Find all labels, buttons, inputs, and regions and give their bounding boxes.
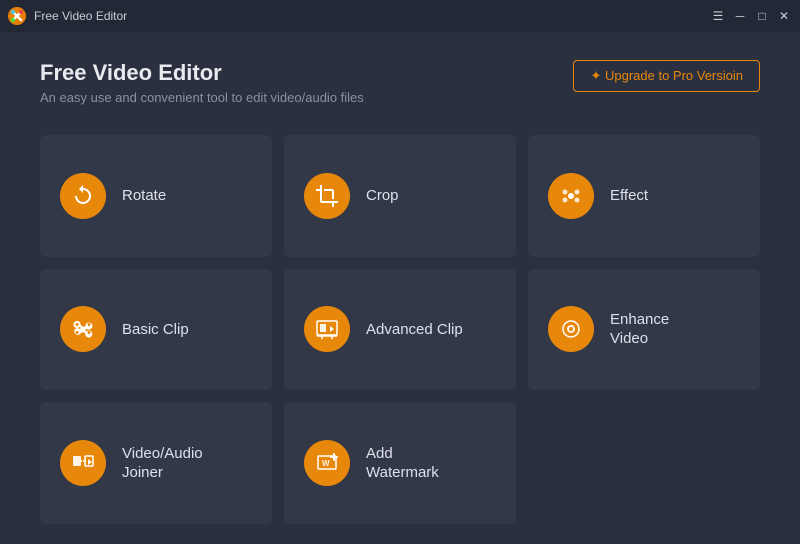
tool-add-watermark[interactable]: W Add Watermark: [284, 402, 516, 524]
title-bar-left: Free Video Editor: [8, 7, 127, 25]
crop-label: Crop: [366, 186, 399, 206]
add-watermark-icon-circle: W: [304, 440, 350, 486]
basic-clip-icon-circle: [60, 306, 106, 352]
crop-icon-circle: [304, 173, 350, 219]
video-audio-joiner-icon-circle: [60, 440, 106, 486]
close-btn[interactable]: ✕: [776, 8, 792, 24]
maximize-btn[interactable]: □: [754, 8, 770, 24]
app-heading: Free Video Editor: [40, 60, 364, 86]
video-audio-joiner-label: Video/Audio Joiner: [122, 444, 203, 483]
upgrade-button[interactable]: ✦ Upgrade to Pro Versioin: [573, 60, 760, 92]
rotate-label: Rotate: [122, 186, 166, 206]
effect-icon-circle: [548, 173, 594, 219]
advanced-clip-icon-circle: [304, 306, 350, 352]
tool-crop[interactable]: Crop: [284, 135, 516, 257]
tool-rotate[interactable]: Rotate: [40, 135, 272, 257]
window-controls: ☰ ─ □ ✕: [710, 8, 792, 24]
header-text: Free Video Editor An easy use and conven…: [40, 60, 364, 105]
grid-empty-cell: [528, 402, 760, 524]
app-subtitle: An easy use and convenient tool to edit …: [40, 90, 364, 105]
tool-enhance-video[interactable]: Enhance Video: [528, 269, 760, 391]
minimize-btn[interactable]: ─: [732, 8, 748, 24]
rotate-icon-circle: [60, 173, 106, 219]
header: Free Video Editor An easy use and conven…: [40, 60, 760, 105]
add-watermark-label: Add Watermark: [366, 444, 439, 483]
svg-text:W: W: [322, 459, 330, 468]
menu-btn[interactable]: ☰: [710, 8, 726, 24]
enhance-video-label: Enhance Video: [610, 310, 669, 349]
effect-label: Effect: [610, 186, 648, 206]
main-content: Free Video Editor An easy use and conven…: [0, 32, 800, 544]
tool-advanced-clip[interactable]: Advanced Clip: [284, 269, 516, 391]
app-icon: [8, 7, 26, 25]
tool-basic-clip[interactable]: Basic Clip: [40, 269, 272, 391]
tools-grid: Rotate Crop Effect: [40, 135, 760, 524]
advanced-clip-label: Advanced Clip: [366, 320, 463, 340]
basic-clip-label: Basic Clip: [122, 320, 189, 340]
tool-effect[interactable]: Effect: [528, 135, 760, 257]
tool-video-audio-joiner[interactable]: Video/Audio Joiner: [40, 402, 272, 524]
title-bar: Free Video Editor ☰ ─ □ ✕: [0, 0, 800, 32]
enhance-video-icon-circle: [548, 306, 594, 352]
app-title: Free Video Editor: [34, 9, 127, 23]
